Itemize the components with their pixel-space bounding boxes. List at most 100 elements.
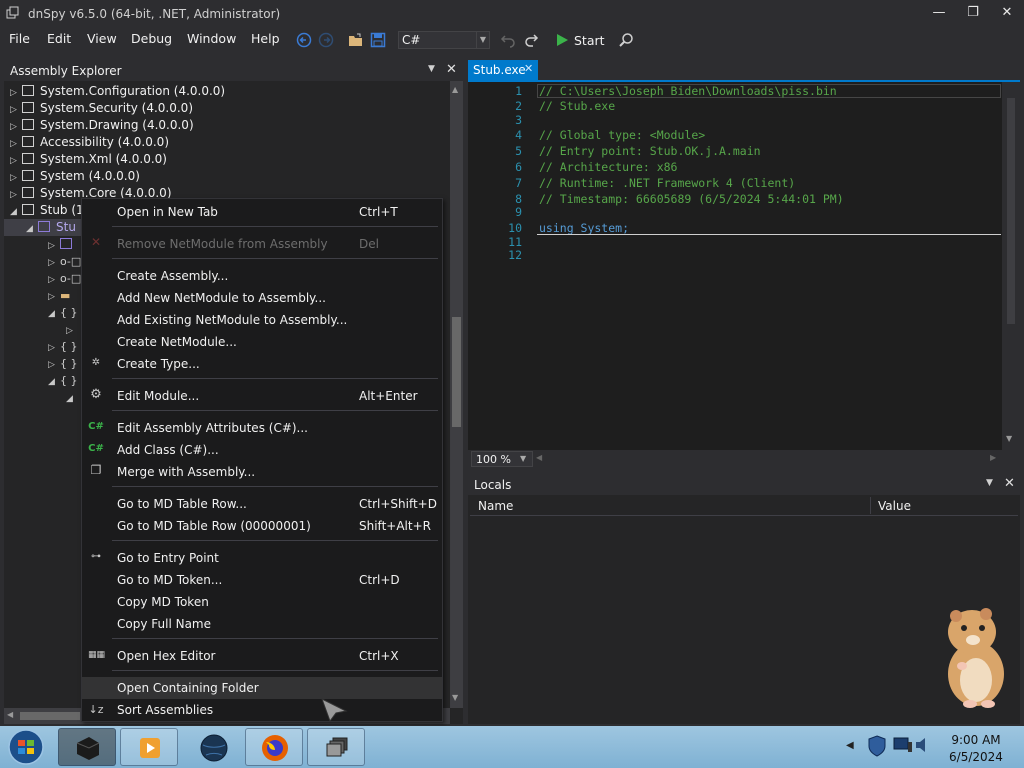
code-editor[interactable]: 1 2 3 4 5 6 7 8 9 10 11 12 // C:\Users\J… bbox=[468, 82, 1020, 450]
play-icon[interactable] bbox=[554, 32, 570, 48]
tree-child[interactable]: ▷ bbox=[48, 236, 78, 253]
chevron-down-icon[interactable]: ▼ bbox=[520, 454, 526, 463]
scroll-up-icon[interactable]: ▲ bbox=[452, 85, 458, 94]
menu-item-merge-with-assembly[interactable]: ❐ Merge with Assembly... bbox=[82, 461, 442, 483]
menu-item-add-existing-netmodule[interactable]: Add Existing NetModule to Assembly... bbox=[82, 309, 442, 331]
open-folder-icon[interactable] bbox=[348, 32, 364, 48]
close-icon[interactable]: ✕ bbox=[446, 62, 457, 77]
collapse-icon[interactable]: ◢ bbox=[26, 221, 36, 238]
tree-child[interactable]: ◢{ } bbox=[48, 372, 78, 389]
hex-editor-icon: ▦▦ bbox=[88, 650, 106, 660]
assembly-icon bbox=[22, 136, 34, 147]
scroll-left-icon[interactable]: ◀ bbox=[7, 710, 13, 719]
forward-icon[interactable] bbox=[318, 32, 334, 48]
menu-view[interactable]: View bbox=[87, 31, 117, 46]
scroll-thumb[interactable] bbox=[1007, 98, 1015, 324]
clock-date[interactable]: 6/5/2024 bbox=[948, 750, 1004, 764]
save-icon[interactable] bbox=[370, 32, 386, 48]
tree-child[interactable]: ▷{ } bbox=[48, 355, 78, 372]
tree-child[interactable]: ▷ bbox=[66, 321, 76, 338]
chevron-down-icon[interactable]: ▼ bbox=[476, 32, 489, 48]
chevron-down-icon[interactable]: ▼ bbox=[428, 64, 435, 74]
scroll-left-icon[interactable]: ◀ bbox=[536, 453, 542, 462]
tab-stub-exe[interactable]: Stub.exe ✕ bbox=[468, 60, 538, 80]
zoom-select[interactable]: 100 % ▼ bbox=[471, 451, 533, 467]
tree-item[interactable]: ▷ System.Drawing (4.0.0.0) bbox=[10, 117, 194, 134]
tray-expand-icon[interactable]: ◀ bbox=[846, 740, 854, 751]
undo-icon[interactable] bbox=[500, 32, 516, 48]
menu-item-sort-assemblies[interactable]: ↓z Sort Assemblies bbox=[82, 699, 442, 721]
tree-item[interactable]: ▷ System.Security (4.0.0.0) bbox=[10, 100, 193, 117]
menu-file[interactable]: File bbox=[9, 31, 30, 46]
language-select[interactable]: C# ▼ bbox=[398, 31, 490, 49]
back-icon[interactable] bbox=[296, 32, 312, 48]
scroll-right-icon[interactable]: ▶ bbox=[990, 453, 996, 462]
volume-icon[interactable] bbox=[914, 736, 930, 754]
scroll-thumb[interactable] bbox=[20, 712, 80, 720]
menu-item-go-to-entry-point[interactable]: ⊶ Go to Entry Point bbox=[82, 547, 442, 569]
menu-help[interactable]: Help bbox=[251, 31, 280, 46]
menu-item-copy-md-token[interactable]: Copy MD Token bbox=[82, 591, 442, 613]
tree-child[interactable]: ▷{ } bbox=[48, 338, 78, 355]
collapse-icon[interactable]: ◢ bbox=[48, 306, 58, 323]
minimize-button[interactable]: — bbox=[922, 0, 956, 28]
network-icon[interactable] bbox=[892, 734, 914, 756]
tree-child[interactable]: ▷ o-□ bbox=[48, 270, 81, 287]
line-number: 1 bbox=[515, 84, 522, 98]
close-icon[interactable]: ✕ bbox=[524, 62, 533, 75]
column-header-value[interactable]: Value bbox=[878, 499, 911, 513]
search-icon[interactable] bbox=[618, 32, 634, 48]
menu-item-edit-assembly-attributes[interactable]: C# Edit Assembly Attributes (C#)... bbox=[82, 417, 442, 439]
menu-item-go-to-md-table-row[interactable]: Go to MD Table Row... Ctrl+Shift+D bbox=[82, 493, 442, 515]
start-orb-icon[interactable] bbox=[6, 728, 46, 766]
close-button[interactable]: ✕ bbox=[990, 0, 1024, 28]
clock-time[interactable]: 9:00 AM bbox=[950, 733, 1002, 747]
menu-separator bbox=[112, 540, 438, 541]
taskbar-app-media-player[interactable] bbox=[120, 728, 178, 766]
tree-item[interactable]: ▷ Accessibility (4.0.0.0) bbox=[10, 134, 169, 151]
menu-item-go-to-md-table-row-00000001[interactable]: Go to MD Table Row (00000001) Shift+Alt+R bbox=[82, 515, 442, 537]
tree-child[interactable]: ▷ ▬ bbox=[48, 287, 70, 304]
column-header-name[interactable]: Name bbox=[478, 499, 513, 513]
tree-child[interactable]: ▷ o-□ bbox=[48, 253, 81, 270]
close-icon[interactable]: ✕ bbox=[1004, 476, 1015, 491]
menu-item-create-type[interactable]: ✲ Create Type... bbox=[82, 353, 442, 375]
tree-item[interactable]: ▷ System (4.0.0.0) bbox=[10, 168, 140, 185]
menu-item-remove-netmodule[interactable]: ✕ Remove NetModule from Assembly Del bbox=[82, 233, 442, 255]
menu-item-open-hex-editor[interactable]: ▦▦ Open Hex Editor Ctrl+X bbox=[82, 645, 442, 667]
tree-child[interactable]: ◢{ } bbox=[48, 304, 78, 321]
menu-item-open-in-new-tab[interactable]: Open in New Tab Ctrl+T bbox=[82, 201, 442, 223]
menu-item-create-netmodule[interactable]: Create NetModule... bbox=[82, 331, 442, 353]
menu-item-add-new-netmodule[interactable]: Add New NetModule to Assembly... bbox=[82, 287, 442, 309]
menu-debug[interactable]: Debug bbox=[131, 31, 172, 46]
scroll-down-icon[interactable]: ▼ bbox=[1006, 434, 1012, 443]
tree-item-stub[interactable]: ◢ Stub (1 bbox=[10, 202, 84, 219]
menu-edit[interactable]: Edit bbox=[47, 31, 71, 46]
tree-child[interactable]: ◢ bbox=[66, 389, 76, 406]
menu-item-create-assembly[interactable]: Create Assembly... bbox=[82, 265, 442, 287]
editor-vertical-scrollbar[interactable]: ▼ bbox=[1002, 82, 1020, 450]
taskbar-app-dnspy[interactable] bbox=[58, 728, 116, 766]
collapse-icon[interactable]: ◢ bbox=[66, 391, 76, 408]
security-shield-icon[interactable] bbox=[866, 734, 888, 758]
chevron-down-icon[interactable]: ▼ bbox=[986, 478, 993, 488]
redo-icon[interactable] bbox=[523, 32, 539, 48]
menu-window[interactable]: Window bbox=[187, 31, 236, 46]
menu-item-add-class[interactable]: C# Add Class (C#)... bbox=[82, 439, 442, 461]
tree-item[interactable]: ▷ System.Configuration (4.0.0.0) bbox=[10, 83, 225, 100]
menu-item-edit-module[interactable]: ⚙ Edit Module... Alt+Enter bbox=[82, 385, 442, 407]
maximize-button[interactable]: ❐ bbox=[956, 0, 990, 28]
menu-item-go-to-md-token[interactable]: Go to MD Token... Ctrl+D bbox=[82, 569, 442, 591]
scroll-down-icon[interactable]: ▼ bbox=[452, 693, 458, 702]
column-divider[interactable] bbox=[870, 497, 871, 514]
collapse-icon[interactable]: ◢ bbox=[48, 374, 58, 391]
taskbar-app-browser[interactable] bbox=[184, 728, 242, 766]
menu-item-open-containing-folder[interactable]: Open Containing Folder bbox=[82, 677, 442, 699]
scroll-thumb[interactable] bbox=[452, 317, 461, 427]
tree-vertical-scrollbar[interactable]: ▲ ▼ bbox=[450, 81, 463, 708]
taskbar-app-firefox[interactable] bbox=[245, 728, 303, 766]
menu-item-copy-full-name[interactable]: Copy Full Name bbox=[82, 613, 442, 635]
start-button[interactable]: Start bbox=[574, 33, 605, 48]
taskbar-app-windows[interactable] bbox=[307, 728, 365, 766]
tree-item[interactable]: ▷ System.Xml (4.0.0.0) bbox=[10, 151, 167, 168]
